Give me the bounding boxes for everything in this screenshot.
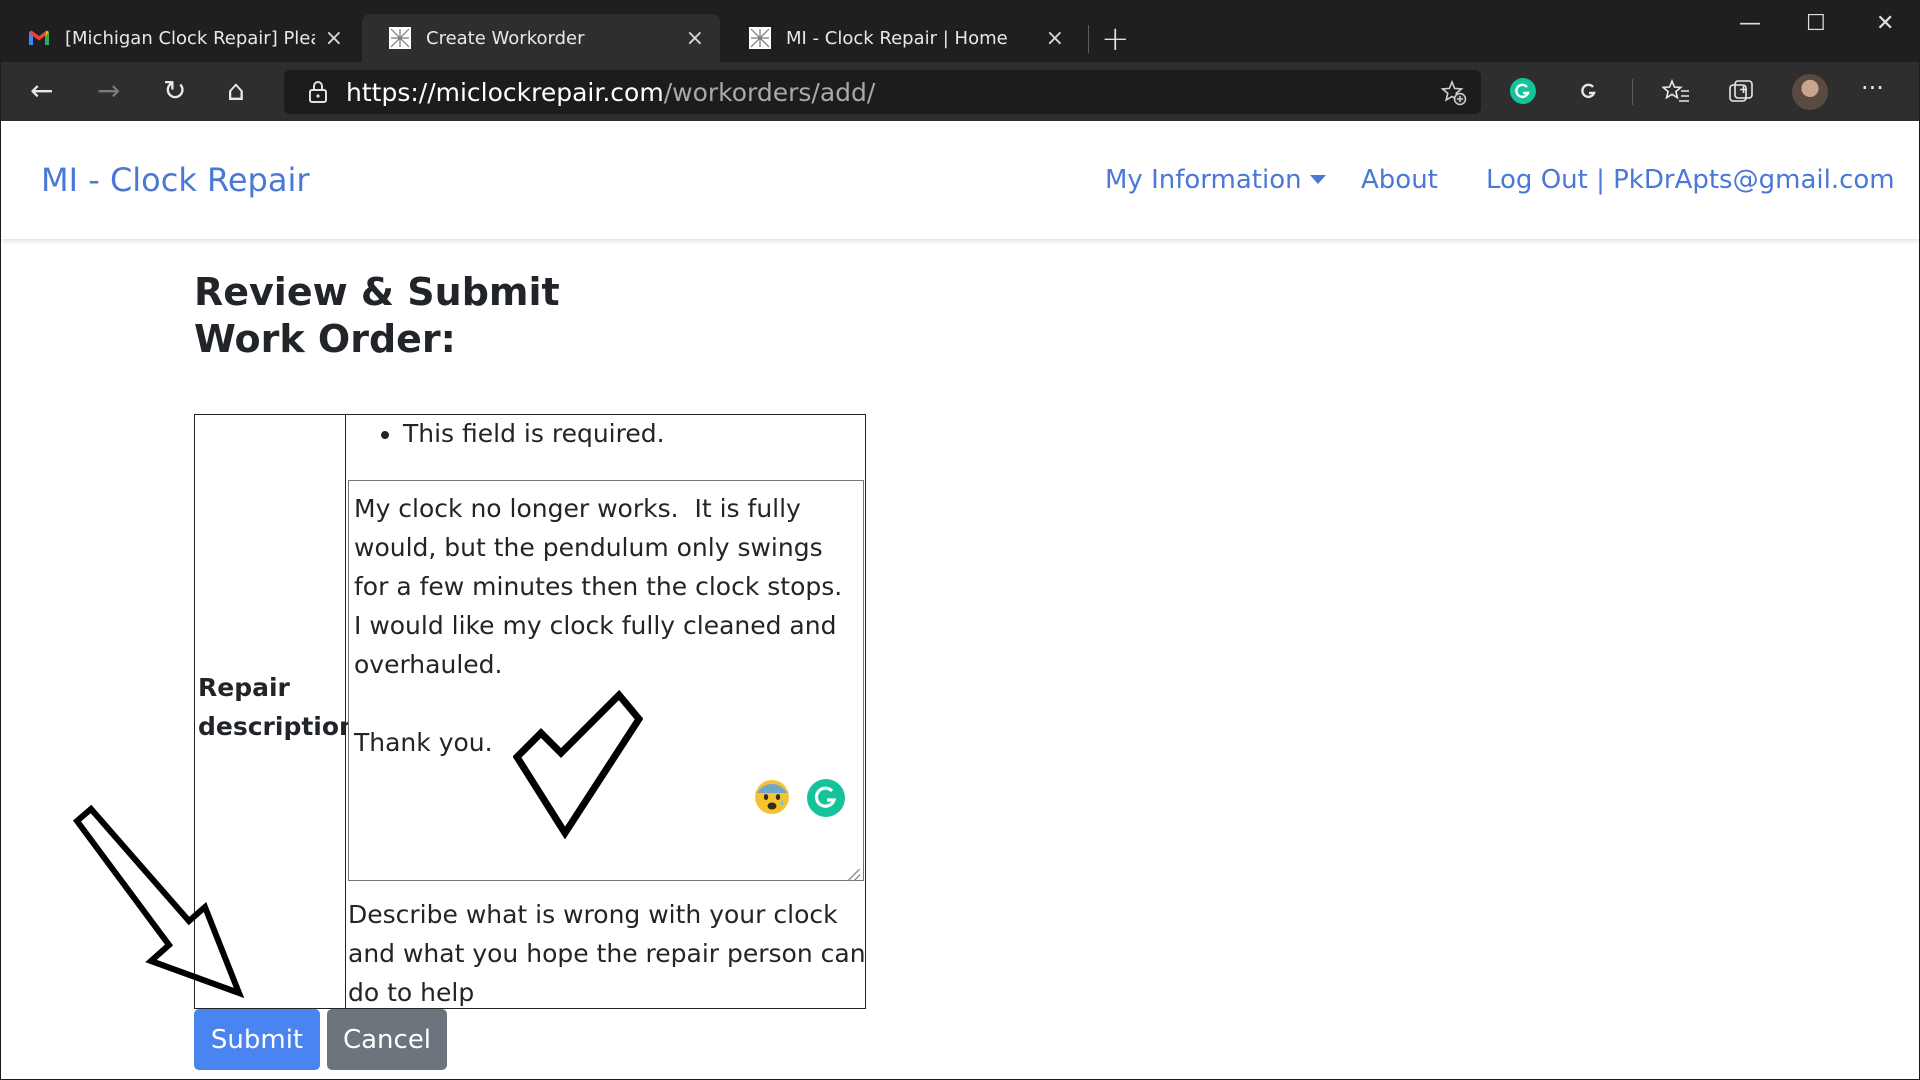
url-text[interactable]: https://miclockrepair.com/workorders/add… xyxy=(346,78,875,107)
reload-button[interactable]: ↻ xyxy=(163,75,186,107)
profile-avatar[interactable] xyxy=(1792,74,1828,110)
tab-title: Create Workorder xyxy=(426,27,585,49)
nav-my-information[interactable]: My Information xyxy=(1105,165,1326,195)
tab-title: [Michigan Clock Repair] Please C xyxy=(65,27,315,49)
site-icon xyxy=(749,27,771,49)
close-window-button[interactable]: ✕ xyxy=(1876,11,1894,36)
cancel-button[interactable]: Cancel xyxy=(327,1009,447,1070)
grammarly-icon[interactable] xyxy=(806,778,846,818)
grammarly-extension-icon[interactable] xyxy=(1510,78,1536,104)
browser-toolbar: ← → ↻ ⌂ https://miclockrepair.com/workor… xyxy=(1,62,1919,121)
lock-icon[interactable] xyxy=(308,80,328,104)
tab-gmail[interactable]: [Michigan Clock Repair] Please C × xyxy=(1,14,359,62)
nav-logout[interactable]: Log Out | PkDrApts@gmail.com xyxy=(1486,165,1895,195)
tab-title: MI - Clock Repair | Home xyxy=(786,27,1008,49)
worried-emoji-icon[interactable] xyxy=(753,778,791,816)
address-bar[interactable]: https://miclockrepair.com/workorders/add… xyxy=(284,70,1481,114)
caret-down-icon xyxy=(1309,175,1326,184)
grammarly-g-icon[interactable] xyxy=(1576,78,1602,104)
tab-close-icon[interactable]: × xyxy=(1046,26,1064,51)
tab-home[interactable]: MI - Clock Repair | Home × xyxy=(722,14,1080,62)
error-message: This field is required. xyxy=(403,419,665,448)
site-brand-link[interactable]: MI - Clock Repair xyxy=(41,161,310,199)
browser-window: [Michigan Clock Repair] Please C × Creat… xyxy=(0,0,1920,1080)
favorites-icon[interactable] xyxy=(1662,78,1690,106)
submit-button[interactable]: Submit xyxy=(194,1009,320,1070)
tab-create-workorder[interactable]: Create Workorder × xyxy=(362,14,720,62)
error-list: This field is required. xyxy=(377,419,665,448)
collections-icon[interactable] xyxy=(1727,78,1755,106)
resize-handle-icon[interactable] xyxy=(848,869,860,881)
nav-about[interactable]: About xyxy=(1361,165,1438,195)
home-button[interactable]: ⌂ xyxy=(227,75,245,107)
tab-separator xyxy=(1088,25,1089,53)
help-text: Describe what is wrong with your clock a… xyxy=(348,900,866,1007)
minimize-button[interactable]: — xyxy=(1739,11,1761,36)
add-favorite-icon[interactable] xyxy=(1441,80,1467,106)
maximize-button[interactable]: ☐ xyxy=(1806,11,1826,36)
more-menu-button[interactable]: ··· xyxy=(1861,72,1884,104)
arrow-annotation-icon xyxy=(72,804,245,999)
tab-close-icon[interactable]: × xyxy=(325,26,343,51)
checkmark-annotation-icon xyxy=(513,689,643,839)
site-icon xyxy=(389,27,411,49)
url-host: https://miclockrepair.com xyxy=(346,77,664,107)
tab-strip: [Michigan Clock Repair] Please C × Creat… xyxy=(1,1,1919,62)
toolbar-divider xyxy=(1632,79,1633,105)
site-navbar: MI - Clock Repair My Information About L… xyxy=(1,121,1919,239)
tab-close-icon[interactable]: × xyxy=(686,26,704,51)
forward-button[interactable]: → xyxy=(97,75,120,107)
page-title: Review & Submit Work Order: xyxy=(194,270,560,361)
new-tab-button[interactable]: + xyxy=(1101,19,1130,59)
back-button[interactable]: ← xyxy=(30,75,53,107)
url-path: /workorders/add/ xyxy=(663,77,876,107)
gmail-icon xyxy=(29,30,49,45)
repair-description-label: Repair description: xyxy=(198,673,367,741)
nav-my-information-label: My Information xyxy=(1105,165,1302,195)
